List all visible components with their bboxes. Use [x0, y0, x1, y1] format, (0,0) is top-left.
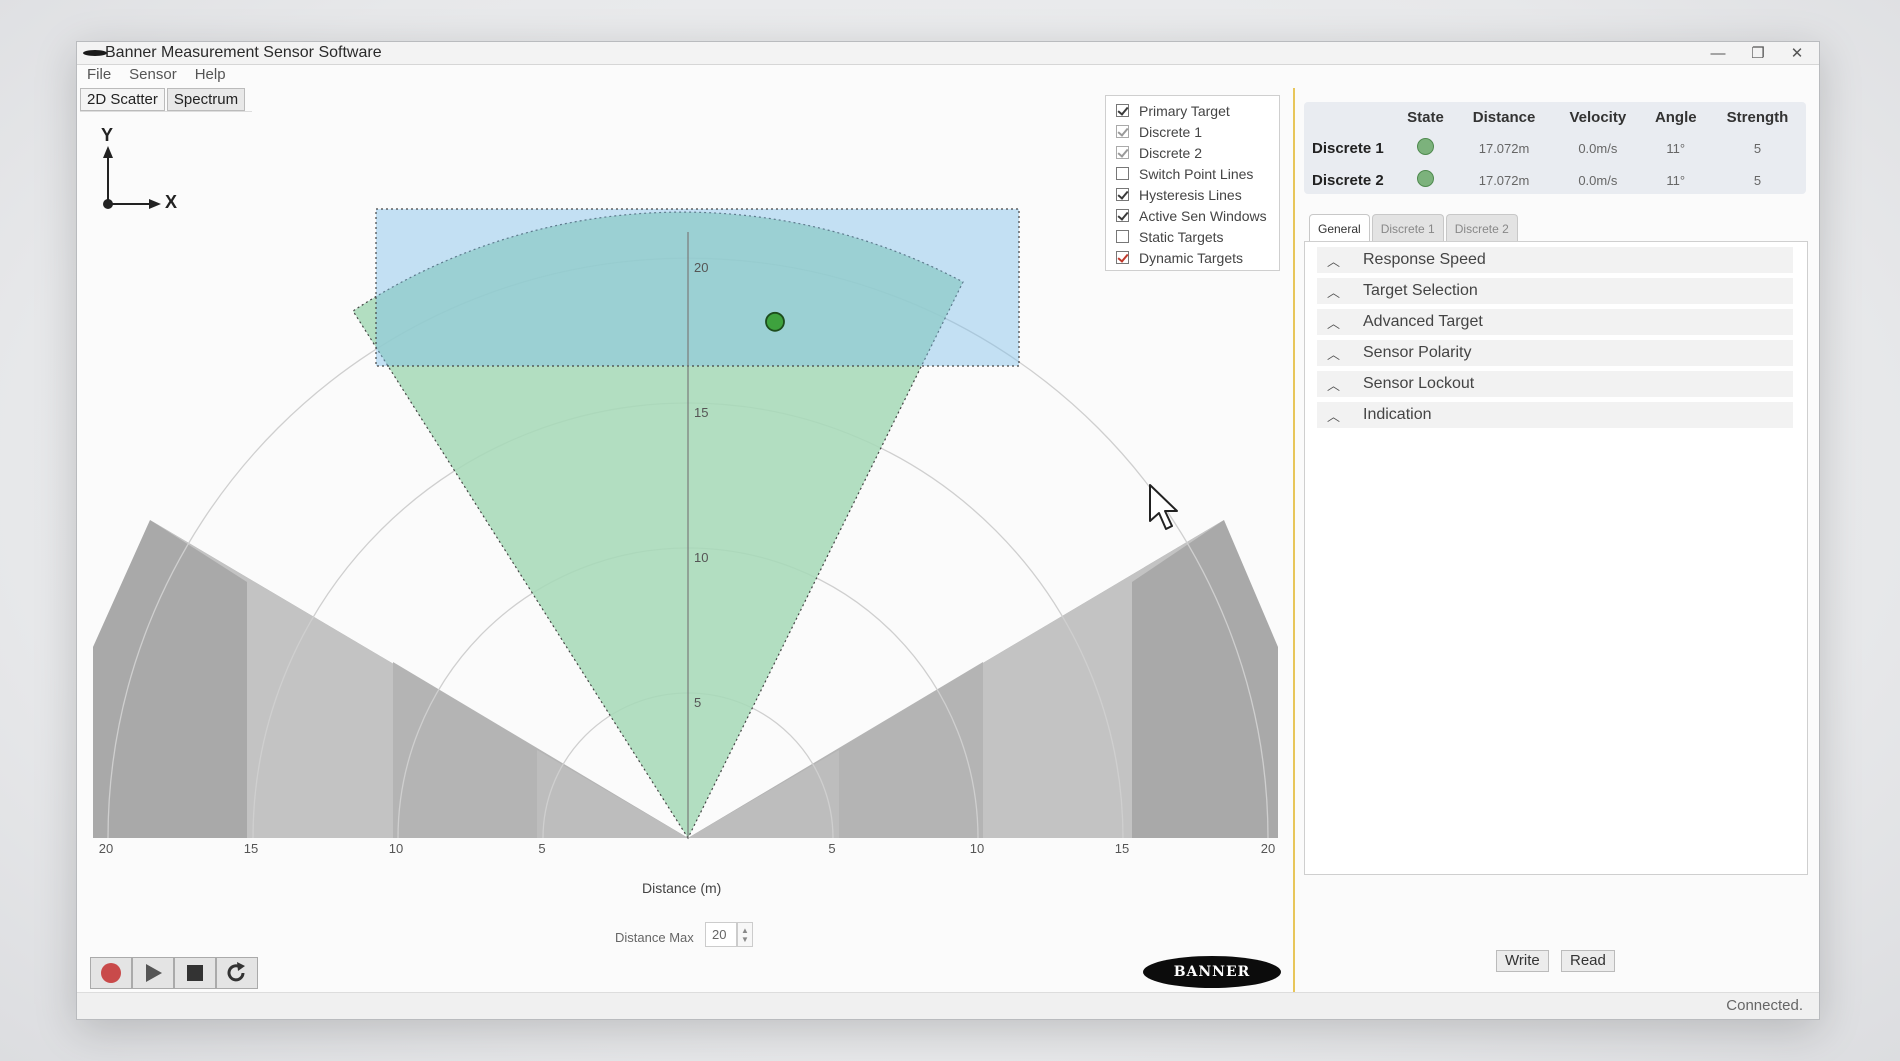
x-tick: 10 [389, 841, 403, 856]
chevron-down-icon[interactable]: ▼ [741, 935, 749, 944]
checkbox[interactable] [1116, 188, 1129, 201]
checkbox[interactable] [1116, 230, 1129, 243]
legend-panel: Primary Target Discrete 1 Discrete 2 Swi… [1105, 95, 1280, 271]
x-tick: 10 [970, 841, 984, 856]
connection-status: Connected. [1726, 997, 1803, 1014]
refresh-icon [227, 962, 245, 982]
x-tick: 20 [1261, 841, 1275, 856]
checkbox[interactable] [1116, 167, 1129, 180]
chevron-up-icon: ︿ [1327, 284, 1341, 300]
checkbox[interactable] [1116, 125, 1129, 138]
tab-general[interactable]: General [1309, 214, 1370, 242]
read-button[interactable]: Read [1561, 950, 1615, 972]
write-button[interactable]: Write [1496, 950, 1549, 972]
config-tabs: General Discrete 1 Discrete 2 [1309, 214, 1518, 242]
panel-divider[interactable] [1293, 88, 1295, 998]
legend-item-discrete-1[interactable]: Discrete 1 [1106, 121, 1279, 142]
record-icon [101, 963, 121, 983]
config-panel: ︿ Response Speed ︿ Target Selection ︿ Advan… [1304, 241, 1808, 875]
xy-axis-indicator-icon [103, 146, 161, 209]
section-sensor-polarity[interactable]: ︿ Sensor Polarity [1317, 340, 1793, 366]
minimize-icon[interactable]: — [1698, 42, 1738, 64]
tab-discrete-2[interactable]: Discrete 2 [1445, 214, 1518, 242]
state-indicator [1416, 138, 1434, 155]
legend-item-discrete-2[interactable]: Discrete 2 [1106, 142, 1279, 163]
x-tick: 20 [99, 841, 113, 856]
chevron-up-icon: ︿ [1327, 408, 1341, 424]
refresh-button[interactable] [216, 957, 258, 989]
x-axis-indicator-label: X [165, 192, 178, 212]
target-point[interactable] [765, 311, 785, 332]
status-bar: Connected. [77, 992, 1819, 1019]
app-window: Banner Measurement Sensor Software — ❐ ✕… [76, 41, 1820, 1020]
legend-item-primary-target[interactable]: Primary Target [1106, 100, 1279, 121]
col-velocity: Velocity [1569, 108, 1627, 126]
stop-button[interactable] [174, 957, 216, 989]
checkbox[interactable] [1116, 209, 1129, 222]
radial-tick: 10 [694, 550, 708, 565]
checkbox[interactable] [1116, 146, 1129, 159]
y-axis-indicator-label: Y [101, 125, 114, 145]
state-indicator [1416, 170, 1434, 187]
distance-max-stepper[interactable]: ▲ ▼ [737, 922, 753, 947]
x-tick: 5 [828, 841, 835, 856]
record-button[interactable] [90, 957, 132, 989]
legend-item-switch-point-lines[interactable]: Switch Point Lines [1106, 163, 1279, 184]
x-tick: 15 [1115, 841, 1129, 856]
checkbox[interactable] [1116, 104, 1129, 117]
legend-item-static-targets[interactable]: Static Targets [1106, 226, 1279, 247]
col-angle: Angle [1654, 108, 1697, 126]
chevron-up-icon: ︿ [1327, 346, 1341, 362]
col-distance: Distance [1472, 108, 1536, 126]
legend-item-hysteresis-lines[interactable]: Hysteresis Lines [1106, 184, 1279, 205]
distance-max-input[interactable]: 20 [705, 922, 737, 947]
section-response-speed[interactable]: ︿ Response Speed [1317, 247, 1793, 273]
table-row: Discrete 1 17.072m 0.0m/s 11° 5 [1312, 138, 1762, 157]
legend-item-active-sen-windows[interactable]: Active Sen Windows [1106, 205, 1279, 226]
chevron-up-icon[interactable]: ▲ [741, 926, 749, 935]
x-tick: 5 [538, 841, 545, 856]
checkbox[interactable] [1116, 251, 1129, 264]
distance-max-label: Distance Max [615, 930, 694, 945]
close-icon[interactable]: ✕ [1777, 42, 1817, 64]
section-advanced-target[interactable]: ︿ Advanced Target [1317, 309, 1793, 335]
chevron-up-icon: ︿ [1327, 377, 1341, 393]
restore-icon[interactable]: ❐ [1738, 42, 1778, 64]
chevron-up-icon: ︿ [1327, 315, 1341, 331]
table-row: Discrete 2 17.072m 0.0m/s 11° 5 [1312, 170, 1762, 189]
banner-logo: BANNER [1143, 956, 1281, 988]
legend-item-dynamic-targets[interactable]: Dynamic Targets [1106, 247, 1279, 268]
stop-icon [187, 965, 203, 981]
x-axis-title: Distance (m) [642, 880, 722, 896]
radial-tick: 15 [694, 405, 708, 420]
target-status-table: State Distance Velocity Angle Strength D… [1304, 102, 1806, 194]
play-icon [146, 964, 162, 982]
active-sen-window[interactable] [375, 208, 1020, 367]
section-sensor-lockout[interactable]: ︿ Sensor Lockout [1317, 371, 1793, 397]
radial-tick: 20 [694, 260, 708, 275]
section-target-selection[interactable]: ︿ Target Selection [1317, 278, 1793, 304]
mouse-cursor-icon [1149, 484, 1178, 530]
radial-tick: 5 [694, 695, 701, 710]
table-header-row: State Distance Velocity Angle Strength [1304, 102, 1806, 132]
tab-discrete-1[interactable]: Discrete 1 [1371, 214, 1444, 242]
playback-controls [90, 957, 258, 989]
chevron-up-icon: ︿ [1327, 253, 1341, 269]
col-state: State [1407, 108, 1444, 126]
play-button[interactable] [132, 957, 174, 989]
section-indication[interactable]: ︿ Indication [1317, 402, 1793, 428]
col-strength: Strength [1726, 108, 1789, 126]
x-tick: 15 [244, 841, 258, 856]
